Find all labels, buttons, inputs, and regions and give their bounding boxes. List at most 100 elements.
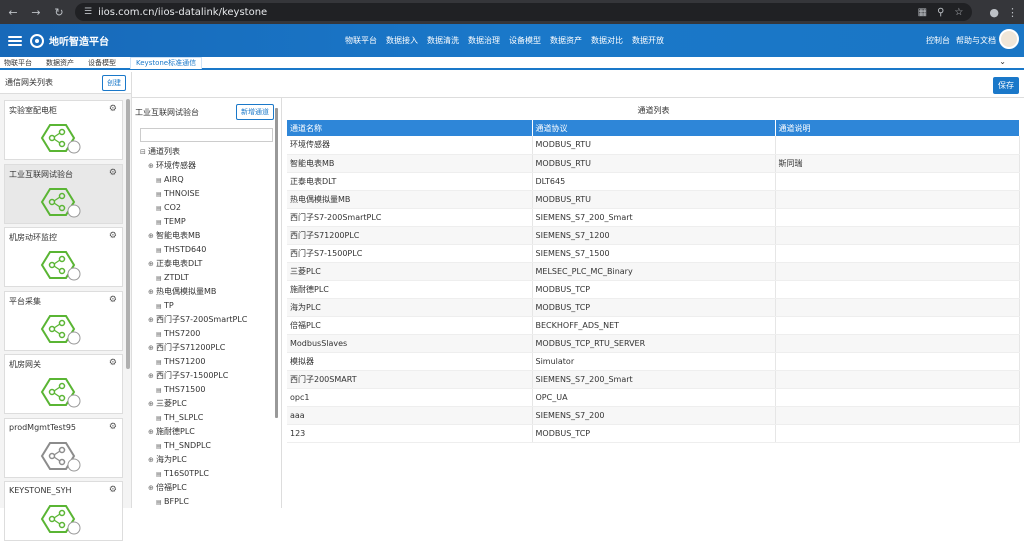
save-button[interactable]: 保存	[993, 77, 1019, 94]
tree-node[interactable]: ⊕ 西门子S71200PLC	[140, 341, 272, 355]
tree-node[interactable]: ▤ CO2	[140, 201, 272, 215]
tree-node[interactable]: ▤ THS71200	[140, 355, 272, 369]
tree-node[interactable]: ▤ T16S0TPLC	[140, 467, 272, 481]
tree-node[interactable]: ⊕ 智能电表MB	[140, 229, 272, 243]
tree-node[interactable]: ▤ ZTDLT	[140, 271, 272, 285]
help-docs-link[interactable]: 帮助与文档	[956, 35, 996, 46]
gear-icon[interactable]: ⚙	[109, 295, 117, 305]
tab-item[interactable]: 物联平台	[4, 58, 32, 68]
tree-node[interactable]: ▤ TH_SNDPLC	[140, 439, 272, 453]
tree-node[interactable]: ⊕ 热电偶模拟量MB	[140, 285, 272, 299]
tree-node[interactable]: ▤ TEMP	[140, 215, 272, 229]
table-row[interactable]: 海为PLC MODBUS_TCP	[287, 298, 1020, 317]
expand-toggle-icon[interactable]: ⊕	[148, 481, 156, 495]
column-header[interactable]: 通道说明	[775, 120, 1020, 136]
expand-toggle-icon[interactable]: ⊕	[148, 453, 156, 467]
tree-node[interactable]: ▤ BFPLC	[140, 495, 272, 509]
tree-filter-input[interactable]	[140, 128, 273, 142]
tree-node[interactable]: ▤ THSTD640	[140, 243, 272, 257]
table-row[interactable]: aaa SIEMENS_S7_200	[287, 406, 1020, 425]
gear-icon[interactable]: ⚙	[109, 358, 117, 368]
tree-node[interactable]: ⊕ 倍福PLC	[140, 481, 272, 495]
tree-scrollbar[interactable]	[275, 108, 278, 418]
expand-toggle-icon[interactable]: ⊕	[148, 229, 156, 243]
gateway-card[interactable]: 机房网关 ⚙	[4, 354, 123, 414]
menu-item[interactable]: 物联平台	[345, 35, 377, 46]
site-info-icon[interactable]: ☰	[84, 7, 92, 17]
forward-icon[interactable]: →	[29, 5, 43, 19]
menu-item[interactable]: 数据治理	[468, 35, 500, 46]
expand-toggle-icon[interactable]: ⊕	[148, 369, 156, 383]
gateway-list-scrollbar[interactable]	[126, 99, 130, 369]
expand-toggle-icon[interactable]: ⊕	[148, 397, 156, 411]
table-row[interactable]: 环境传感器 MODBUS_RTU	[287, 136, 1020, 155]
tree-node[interactable]: ▤ THNOISE	[140, 187, 272, 201]
table-row[interactable]: 正泰电表DLT DLT645	[287, 172, 1020, 191]
expand-toggle-icon[interactable]: ⊕	[148, 285, 156, 299]
tree-node[interactable]: ⊕ 三菱PLC	[140, 397, 272, 411]
menu-item[interactable]: 数据对比	[591, 35, 623, 46]
gear-icon[interactable]: ⚙	[109, 168, 117, 178]
table-row[interactable]: 西门子S7-200SmartPLC SIEMENS_S7_200_Smart	[287, 208, 1020, 227]
browser-menu-icon[interactable]: ⋮	[1007, 6, 1018, 19]
expand-toggle-icon[interactable]: ⊕	[148, 425, 156, 439]
tab-item[interactable]: 设备模型	[88, 58, 116, 68]
collapse-icon[interactable]: ⊟	[140, 145, 148, 159]
reload-icon[interactable]: ↻	[52, 5, 66, 19]
add-channel-button[interactable]: 新增通道	[236, 104, 274, 120]
table-row[interactable]: 西门子200SMART SIEMENS_S7_200_Smart	[287, 370, 1020, 389]
gateway-card[interactable]: 实验室配电柜 ⚙	[4, 100, 123, 160]
expand-toggle-icon[interactable]: ⊕	[148, 257, 156, 271]
hamburger-menu-icon[interactable]	[8, 35, 22, 46]
gateway-card[interactable]: 平台采集 ⚙	[4, 290, 123, 351]
chevron-down-icon[interactable]: ⌄	[999, 57, 1006, 66]
table-row[interactable]: 智能电表MB MODBUS_RTU 斯同瑞	[287, 154, 1020, 173]
gateway-card[interactable]: prodMgmtTest95 ⚙	[4, 417, 123, 478]
expand-toggle-icon[interactable]: ⊕	[148, 341, 156, 355]
tree-node[interactable]: ⊕ 施耐德PLC	[140, 425, 272, 439]
menu-item[interactable]: 数据开放	[632, 35, 664, 46]
table-row[interactable]: 西门子S71200PLC SIEMENS_S7_1200	[287, 226, 1020, 245]
tree-node[interactable]: ⊟ 通道列表	[140, 145, 272, 159]
table-row[interactable]: 倍福PLC BECKHOFF_ADS_NET	[287, 316, 1020, 335]
table-row[interactable]: opc1 OPC_UA	[287, 388, 1020, 407]
create-button[interactable]: 创建	[102, 74, 126, 91]
table-row[interactable]: 热电偶模拟量MB MODBUS_RTU	[287, 190, 1020, 209]
menu-item[interactable]: 数据资产	[550, 35, 582, 46]
table-row[interactable]: 模拟器 Simulator	[287, 352, 1020, 371]
tree-node[interactable]: ▤ TP	[140, 299, 272, 313]
gateway-card[interactable]: KEYSTONE_SYH ⚙	[4, 481, 123, 541]
gear-icon[interactable]: ⚙	[109, 422, 117, 432]
translate-icon[interactable]: ▦	[918, 7, 927, 18]
table-row[interactable]: 西门子S7-1500PLC SIEMENS_S7_1500	[287, 244, 1020, 263]
tree-node[interactable]: ▤ TH_SLPLC	[140, 411, 272, 425]
gateway-card[interactable]: 工业互联网试验台 ⚙	[4, 163, 123, 224]
tree-node[interactable]: ▤ THS71500	[140, 383, 272, 397]
back-icon[interactable]: ←	[6, 5, 20, 19]
gear-icon[interactable]: ⚙	[109, 104, 117, 114]
tree-node[interactable]: ⊕ 正泰电表DLT	[140, 257, 272, 271]
expand-toggle-icon[interactable]: ⊕	[148, 159, 156, 173]
user-avatar[interactable]	[999, 29, 1019, 49]
column-header[interactable]: 通道协议	[532, 120, 776, 136]
menu-item[interactable]: 数据接入	[386, 35, 418, 46]
zoom-icon[interactable]: ⚲	[937, 7, 944, 18]
menu-item[interactable]: 数据清洗	[427, 35, 459, 46]
tree-node[interactable]: ⊕ 西门子S7-200SmartPLC	[140, 313, 272, 327]
tree-node[interactable]: ⊕ 海为PLC	[140, 453, 272, 467]
console-link[interactable]: 控制台	[926, 35, 950, 46]
tree-node[interactable]: ▤ AIRQ	[140, 173, 272, 187]
tab-item[interactable]: 数据资产	[46, 58, 74, 68]
expand-toggle-icon[interactable]: ⊕	[148, 313, 156, 327]
gear-icon[interactable]: ⚙	[109, 231, 117, 241]
column-header[interactable]: 通道名称	[287, 120, 533, 136]
table-row[interactable]: ModbusSlaves MODBUS_TCP_RTU_SERVER	[287, 334, 1020, 353]
address-bar[interactable]: ☰ iios.com.cn/iios-datalink/keystone ▦ ⚲…	[75, 3, 973, 21]
tree-node[interactable]: ⊕ 环境传感器	[140, 159, 272, 173]
menu-item[interactable]: 设备模型	[509, 35, 541, 46]
tree-node[interactable]: ▤ THS7200	[140, 327, 272, 341]
tree-node[interactable]: ⊕ 西门子S7-1500PLC	[140, 369, 272, 383]
gateway-card[interactable]: 机房动环监控 ⚙	[4, 227, 123, 287]
profile-icon[interactable]: ●	[989, 6, 999, 19]
tab-item-active[interactable]: Keystone标准通信	[130, 56, 203, 69]
